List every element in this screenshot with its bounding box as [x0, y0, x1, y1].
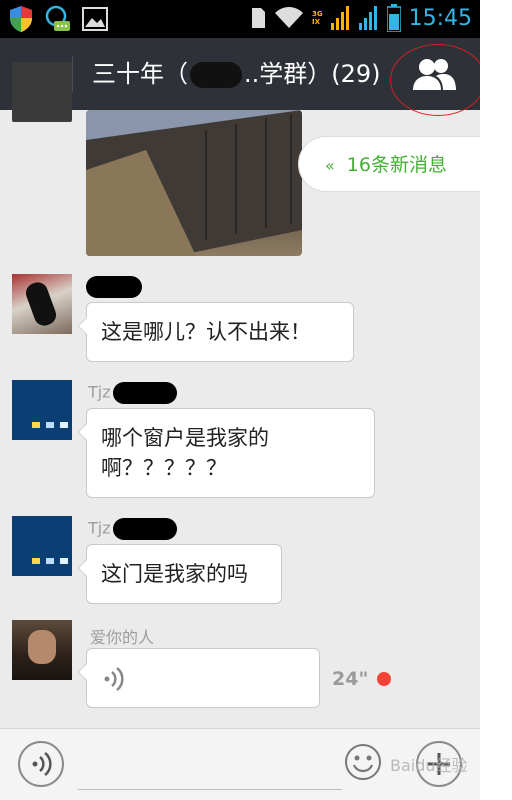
unread-dot — [377, 672, 391, 686]
emoji-icon[interactable] — [344, 743, 382, 781]
message-bubble[interactable]: 哪个窗户是我家的 啊？？？？？ — [78, 408, 375, 498]
header-divider — [72, 56, 73, 92]
message-bubble[interactable]: 这是哪儿？认不出来！ — [78, 302, 354, 362]
redaction-scribble — [190, 62, 242, 88]
avatar[interactable] — [12, 274, 72, 334]
security-shield-icon — [10, 6, 32, 32]
new-messages-button[interactable]: « 16条新消息 — [298, 136, 480, 192]
sender-name: Tjz — [88, 518, 177, 540]
double-chevron-up-icon: « — [325, 156, 335, 175]
photo-content — [86, 110, 302, 256]
message-text-line: 哪个窗户是我家的 — [101, 426, 269, 450]
message-text-line: 啊？？？？？ — [101, 456, 227, 480]
status-bar: 3G IX 15:45 — [0, 0, 480, 38]
chat-title: 三十年（ ..学群）(29) — [92, 56, 381, 92]
chat-assistant-icon — [45, 5, 70, 31]
voice-wave-icon — [104, 667, 124, 691]
sender-name: 爱你的人 — [90, 624, 154, 648]
voice-input-icon — [32, 752, 52, 776]
watermark: Baidu经验 — [390, 756, 468, 775]
image-message[interactable] — [86, 110, 302, 256]
sender-name — [86, 276, 142, 298]
sender-name-text: Tjz — [88, 518, 111, 538]
sd-card-icon — [251, 8, 265, 28]
avatar[interactable] — [12, 380, 72, 440]
message-text: 这门是我家的吗 — [101, 562, 248, 586]
avatar[interactable] — [12, 516, 72, 576]
message-list[interactable]: « 16条新消息 这是哪儿？认不出来！ Tjz 哪个窗户是我家的 啊？？？？？ T… — [0, 62, 480, 728]
gallery-icon — [82, 7, 108, 31]
wifi-icon — [274, 7, 303, 28]
chat-screen: 3G IX 15:45 三十年（ ..学群）(29) « 16条新消息 这是哪儿… — [0, 0, 480, 800]
sender-name-text: Tjz — [88, 382, 111, 402]
network-type-top: 3G — [311, 10, 323, 18]
network-type-bottom: IX — [311, 18, 320, 26]
clock: 15:45 — [408, 5, 472, 31]
sender-name-text: 爱你的人 — [90, 628, 155, 647]
battery-icon — [386, 4, 401, 32]
chat-title-suffix: ..学群）(29) — [244, 60, 381, 88]
new-messages-label: 16条新消息 — [346, 154, 447, 176]
avatar[interactable] — [12, 62, 72, 122]
message-bubble[interactable]: 这门是我家的吗 — [78, 544, 282, 604]
voice-input-button[interactable] — [18, 741, 64, 787]
voice-message-bubble[interactable] — [78, 648, 320, 708]
avatar[interactable] — [12, 620, 72, 680]
sender-name: Tjz — [88, 382, 177, 404]
chat-header: 三十年（ ..学群）(29) — [0, 38, 480, 110]
signal-strength-icon — [330, 6, 349, 30]
chat-title-prefix: 三十年（ — [92, 60, 188, 88]
message-text: 这是哪儿？认不出来！ — [101, 320, 311, 344]
group-members-icon[interactable] — [410, 54, 458, 94]
voice-duration: 24" — [332, 668, 369, 690]
signal-strength-icon — [358, 6, 377, 30]
message-input[interactable] — [78, 743, 342, 790]
